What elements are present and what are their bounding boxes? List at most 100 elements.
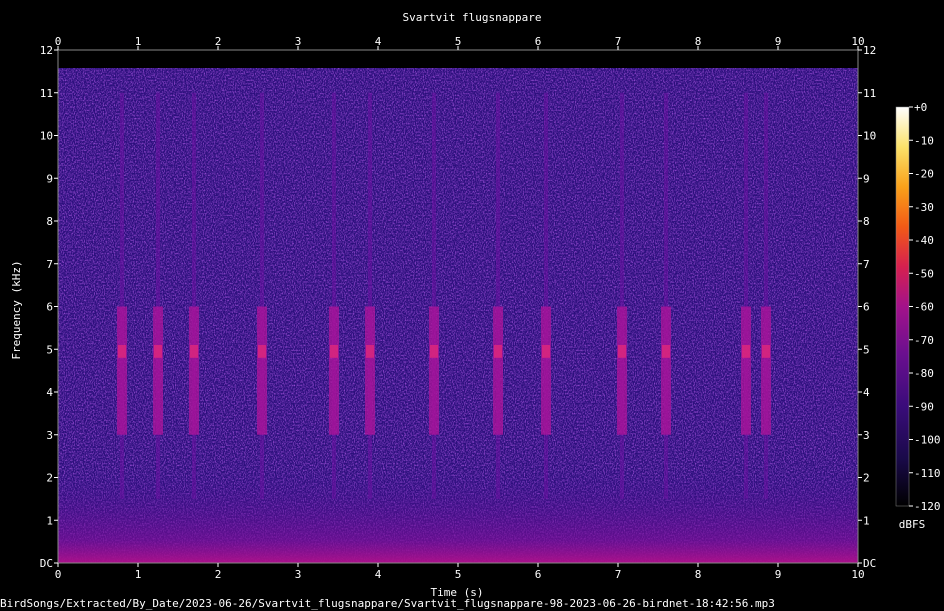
x-tick-label: 3 xyxy=(295,35,302,48)
x-tick-label: 2 xyxy=(215,35,222,48)
x-tick-label: 7 xyxy=(615,35,622,48)
y-tick-label: 5 xyxy=(46,343,53,356)
colorbar-gradient xyxy=(895,106,910,507)
x-tick-label: 1 xyxy=(135,568,142,581)
x-tick-label: 7 xyxy=(615,568,622,581)
x-axis-top: 0 1 2 3 4 5 6 7 8 9 10 xyxy=(55,35,865,50)
x-tick-label: 4 xyxy=(375,35,382,48)
colorbar-tick-label: -10 xyxy=(914,134,934,147)
song-syllable xyxy=(257,306,267,435)
signal-streak xyxy=(332,92,336,499)
y-tick-label: 9 xyxy=(863,172,870,185)
colorbar-ticks: +0 -10 -20 -30 -40 -50 -60 -70 -80 -90 -100 -110 -12… xyxy=(909,101,941,513)
x-tick-label: 0 xyxy=(55,35,62,48)
signal-streak xyxy=(120,92,124,499)
signal-streak xyxy=(764,92,768,499)
y-tick-label: 10 xyxy=(863,130,876,143)
song-syllable xyxy=(429,306,439,435)
colorbar-tick-label: +0 xyxy=(914,101,927,114)
signal-streak xyxy=(496,92,500,499)
y-tick-label: 11 xyxy=(40,87,53,100)
y-tick-label: 7 xyxy=(46,258,53,271)
song-syllable xyxy=(117,306,127,435)
song-peak xyxy=(430,344,438,358)
y-tick-label: 1 xyxy=(46,514,53,527)
x-tick-label: 5 xyxy=(455,568,462,581)
song-peak xyxy=(494,344,502,358)
signal-streak xyxy=(620,92,624,499)
colorbar-tick-label: -40 xyxy=(914,234,934,247)
song-peak xyxy=(542,344,550,358)
song-syllable xyxy=(661,306,671,435)
song-peak xyxy=(366,344,374,358)
chart-title: Svartvit flugsnappare xyxy=(402,11,541,24)
y-axis-label: Frequency (kHz) xyxy=(10,260,23,359)
x-tick-label: 9 xyxy=(775,35,782,48)
song-syllable xyxy=(329,306,339,435)
x-tick-label: 6 xyxy=(535,568,542,581)
low-frequency-band xyxy=(58,470,858,563)
song-syllable xyxy=(153,306,163,435)
signal-streak xyxy=(744,92,748,499)
song-peak xyxy=(118,344,126,358)
y-tick-label: 4 xyxy=(46,386,53,399)
colorbar-tick-label: -110 xyxy=(914,467,941,480)
signal-streak xyxy=(368,92,372,499)
song-syllable xyxy=(741,306,751,435)
y-tick-label: DC xyxy=(863,557,876,570)
y-tick-label: 3 xyxy=(863,429,870,442)
colorbar-tick-label: -60 xyxy=(914,301,934,314)
y-tick-label: 7 xyxy=(863,258,870,271)
y-tick-label: 2 xyxy=(46,472,53,485)
song-peak xyxy=(190,344,198,358)
y-tick-label: 6 xyxy=(863,301,870,314)
signal-streak xyxy=(432,92,436,499)
y-tick-label: 9 xyxy=(46,172,53,185)
colorbar: +0 -10 -20 -30 -40 -50 -60 -70 -80 -90 -100 -110 -12… xyxy=(895,101,941,531)
signal-streak xyxy=(192,92,196,499)
signal-streak xyxy=(156,92,160,499)
x-tick-label: 3 xyxy=(295,568,302,581)
y-tick-label: 11 xyxy=(863,87,876,100)
x-tick-label: 8 xyxy=(695,35,702,48)
y-axis-right: DC123456789101112 xyxy=(858,44,876,570)
x-tick-label: 5 xyxy=(455,35,462,48)
colorbar-tick-label: -20 xyxy=(914,168,934,181)
y-tick-label: 2 xyxy=(863,472,870,485)
song-peak xyxy=(618,344,626,358)
song-syllable xyxy=(761,306,771,435)
colorbar-tick-label: -80 xyxy=(914,367,934,380)
song-peak xyxy=(762,344,770,358)
song-syllable xyxy=(493,306,503,435)
x-tick-label: 8 xyxy=(695,568,702,581)
colorbar-label: dBFS xyxy=(899,518,926,531)
y-tick-label: 12 xyxy=(40,44,53,57)
y-tick-label: 8 xyxy=(46,215,53,228)
colorbar-tick-label: -70 xyxy=(914,334,934,347)
y-tick-label: 4 xyxy=(863,386,870,399)
x-tick-label: 9 xyxy=(775,568,782,581)
spectrogram-figure: Svartvit flugsnappare 0 1 2 3 4 5 6 7 8 9 10 01234… xyxy=(0,11,941,610)
y-tick-label: 12 xyxy=(863,44,876,57)
file-path: BirdSongs/Extracted/By_Date/2023-06-26/S… xyxy=(0,597,775,610)
song-peak xyxy=(742,344,750,358)
y-tick-label: 5 xyxy=(863,343,870,356)
x-tick-label: 0 xyxy=(55,568,62,581)
y-axis-left: DC123456789101112 xyxy=(40,44,58,570)
colorbar-tick-label: -50 xyxy=(914,267,934,280)
song-syllable xyxy=(189,306,199,435)
signal-streak xyxy=(260,92,264,499)
y-tick-label: 8 xyxy=(863,215,870,228)
y-tick-label: 10 xyxy=(40,130,53,143)
y-tick-label: DC xyxy=(40,557,53,570)
colorbar-tick-label: -100 xyxy=(914,434,941,447)
colorbar-tick-label: -90 xyxy=(914,400,934,413)
y-tick-label: 6 xyxy=(46,301,53,314)
song-peak xyxy=(258,344,266,358)
signal-streak xyxy=(544,92,548,499)
song-syllable xyxy=(541,306,551,435)
song-peak xyxy=(330,344,338,358)
x-tick-label: 4 xyxy=(375,568,382,581)
x-tick-label: 6 xyxy=(535,35,542,48)
song-syllable xyxy=(617,306,627,435)
